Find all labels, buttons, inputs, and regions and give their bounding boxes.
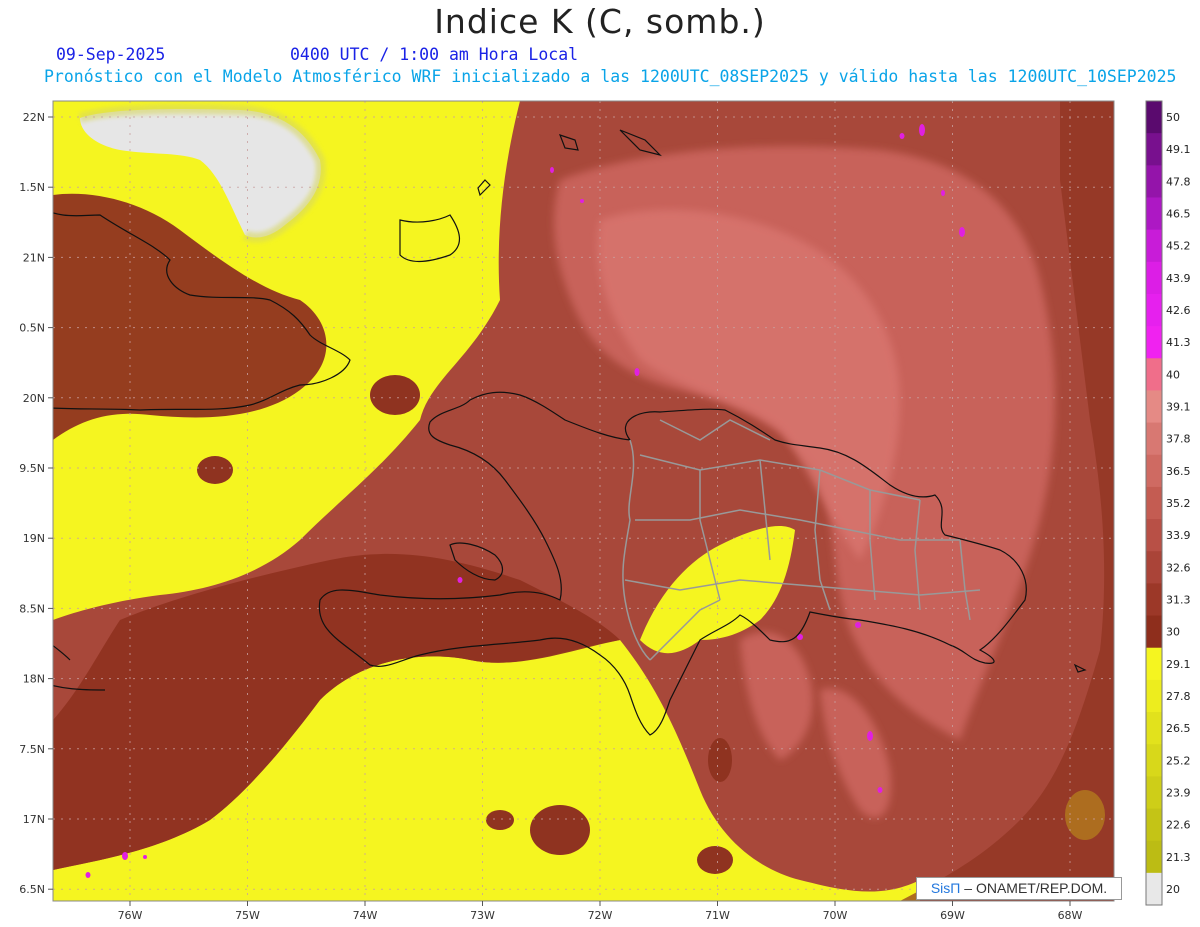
colorbar-swatch <box>1146 229 1162 263</box>
lat-label: 8.5N <box>19 602 45 615</box>
colorbar-label: 31.3 <box>1166 593 1191 606</box>
credit-text: – ONAMET/REP.DOM. <box>964 880 1108 896</box>
colorbar-label: 26.5 <box>1166 722 1191 735</box>
colorbar-label: 43.9 <box>1166 272 1191 285</box>
colorbar-swatch <box>1146 776 1162 810</box>
colorbar-label: 25.2 <box>1166 754 1191 767</box>
colorbar-label: 33.9 <box>1166 529 1191 542</box>
colorbar-swatch <box>1146 872 1162 906</box>
lon-label: 72W <box>588 909 613 922</box>
lat-label: 0.5N <box>19 322 45 335</box>
colorbar-label: 22.6 <box>1166 819 1191 832</box>
lon-label: 70W <box>823 909 848 922</box>
colorbar-swatch <box>1146 326 1162 359</box>
colorbar-label: 27.8 <box>1166 690 1191 703</box>
credit-box: SisΠ – ONAMET/REP.DOM. <box>916 877 1122 900</box>
colorbar-label: 47.8 <box>1166 175 1191 188</box>
colorbar-label: 40 <box>1166 368 1180 381</box>
lat-label: 1.5N <box>19 181 45 194</box>
colorbar-label: 35.2 <box>1166 497 1191 510</box>
colorbar-label: 23.9 <box>1166 786 1191 799</box>
colorbar-label: 46.5 <box>1166 208 1191 221</box>
colorbar-swatch <box>1146 551 1162 584</box>
colorbar-swatch <box>1146 615 1162 649</box>
lon-label: 74W <box>353 909 378 922</box>
colorbar-swatch <box>1146 840 1162 874</box>
colorbar-swatch <box>1146 101 1162 134</box>
colorbar-swatch <box>1146 261 1162 295</box>
colorbar-label: 42.6 <box>1166 304 1191 317</box>
lon-label: 71W <box>705 909 730 922</box>
colorbar-swatch <box>1146 390 1162 424</box>
colorbar-swatch <box>1146 744 1162 777</box>
k-index-field <box>53 101 1114 901</box>
lon-label: 75W <box>235 909 260 922</box>
lat-label: 18N <box>23 673 45 686</box>
colorbar-swatch <box>1146 293 1162 327</box>
lat-label: 6.5N <box>19 883 45 896</box>
lat-label: 22N <box>23 111 45 124</box>
lon-label: 73W <box>470 909 495 922</box>
colorbar-swatch <box>1146 712 1162 745</box>
lat-label: 19N <box>23 532 45 545</box>
weather-map: 22N 1.5N 21N 0.5N 20N 9.5N 19N 8.5N 18N 7.5N 17N 6.… <box>19 100 1191 922</box>
colorbar-swatch <box>1146 422 1162 456</box>
colorbar-swatch <box>1146 165 1162 198</box>
colorbar-label: 36.5 <box>1166 465 1191 478</box>
lat-label: 17N <box>23 813 45 826</box>
colorbar-label: 41.3 <box>1166 336 1191 349</box>
colorbar-swatch <box>1146 647 1162 681</box>
lat-label: 20N <box>23 392 45 405</box>
colorbar-label: 30 <box>1166 626 1180 639</box>
colorbar-swatch <box>1146 486 1162 520</box>
colorbar-label: 29.1 <box>1166 658 1191 671</box>
lat-label: 7.5N <box>19 743 45 756</box>
colorbar-swatch <box>1146 583 1162 617</box>
colorbar-label: 32.6 <box>1166 561 1191 574</box>
colorbar-swatch <box>1146 197 1162 231</box>
colorbar-label: 21.3 <box>1166 851 1191 864</box>
colorbar-swatch <box>1146 358 1162 391</box>
colorbar-swatch <box>1146 133 1162 166</box>
colorbar-label: 37.8 <box>1166 433 1191 446</box>
lat-label: 21N <box>23 251 45 264</box>
colorbar-label: 39.1 <box>1166 401 1191 414</box>
colorbar-label: 50 <box>1166 111 1180 124</box>
colorbar-swatch <box>1146 519 1162 552</box>
lat-label: 9.5N <box>19 462 45 475</box>
colorbar-swatch <box>1146 454 1162 488</box>
lon-label: 76W <box>118 909 143 922</box>
colorbar-swatch <box>1146 679 1162 713</box>
credit-brand: SisΠ <box>930 880 961 896</box>
colorbar: 50 49.1 47.8 46.5 45.2 43.9 42.6 41.3 40 39.1 37.8… <box>1145 100 1191 906</box>
lon-label: 68W <box>1058 909 1083 922</box>
longitude-labels: 76W 75W 74W 73W 72W 71W 70W 69W 68W <box>118 901 1083 922</box>
colorbar-label: 20 <box>1166 883 1180 896</box>
colorbar-label: 45.2 <box>1166 240 1191 253</box>
lon-label: 69W <box>940 909 965 922</box>
latitude-labels: 22N 1.5N 21N 0.5N 20N 9.5N 19N 8.5N 18N 7.5N 17N 6.… <box>19 111 53 896</box>
colorbar-swatch <box>1146 808 1162 842</box>
colorbar-label: 49.1 <box>1166 143 1191 156</box>
